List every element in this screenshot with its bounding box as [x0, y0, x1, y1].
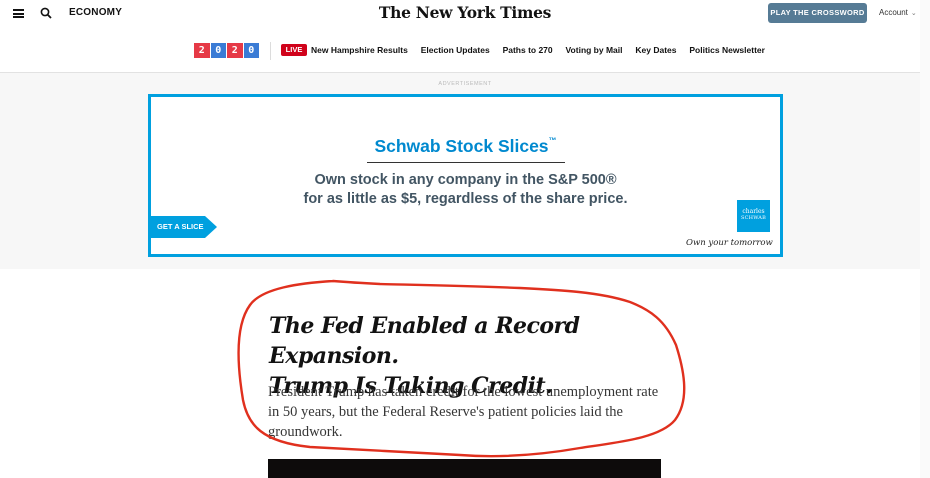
year-digit: 2 — [194, 43, 210, 58]
cta-arrow-icon[interactable] — [205, 216, 217, 238]
election-nav-links: New Hampshire Results Election Updates P… — [311, 45, 775, 55]
election-nav: 2 0 2 0 LIVE New Hampshire Results Elect… — [0, 38, 930, 64]
get-a-slice-button[interactable]: GET A SLICE — [151, 216, 205, 238]
chevron-down-icon: ⌄ — [910, 10, 917, 17]
nav-link-paths-to-270[interactable]: Paths to 270 — [503, 45, 553, 55]
ad-tagline: Own your tomorrow — [686, 238, 773, 248]
nav-link-voting-by-mail[interactable]: Voting by Mail — [566, 45, 623, 55]
year-digit: 2 — [227, 43, 243, 58]
play-crossword-button[interactable]: PLAY THE CROSSWORD — [768, 3, 867, 23]
article-lead-image — [268, 459, 661, 478]
ad-trademark: ™ — [548, 136, 557, 145]
top-bar: ECONOMY The New York Times PLAY THE CROS… — [0, 0, 930, 28]
election-2020-logo[interactable]: 2 0 2 0 — [194, 43, 260, 58]
nav-link-new-hampshire-results[interactable]: New Hampshire Results — [311, 45, 408, 55]
account-menu[interactable]: Account ⌄ — [879, 8, 917, 17]
ad-title[interactable]: Schwab Stock Slices™ — [148, 136, 783, 157]
nav-link-election-updates[interactable]: Election Updates — [421, 45, 490, 55]
ad-body-text: Own stock in any company in the S&P 500®… — [148, 171, 783, 209]
nav-link-politics-newsletter[interactable]: Politics Newsletter — [689, 45, 765, 55]
ad-title-text: Schwab Stock Slices — [374, 136, 549, 156]
nav-link-key-dates[interactable]: Key Dates — [635, 45, 676, 55]
year-digit: 0 — [210, 43, 226, 58]
advertisement-label: ADVERTISEMENT — [438, 81, 492, 87]
ad-body-line: Own stock in any company in the S&P 500® — [314, 172, 617, 188]
logo-text: SCHWAB — [741, 215, 766, 221]
account-label: Account — [879, 8, 908, 17]
headline-line: The Fed Enabled a Record Expansion. — [269, 313, 580, 369]
logo-text: charles — [742, 208, 765, 215]
nav-divider — [270, 42, 271, 60]
article-summary: President Trump has taken credit for the… — [268, 384, 659, 440]
scrollbar[interactable] — [920, 0, 930, 478]
year-digit: 0 — [243, 43, 259, 58]
live-badge: LIVE — [281, 44, 307, 56]
charles-schwab-logo[interactable]: charles SCHWAB — [737, 200, 770, 232]
ad-title-underline — [367, 162, 565, 163]
ad-body-line: for as little as $5, regardless of the s… — [303, 191, 628, 207]
